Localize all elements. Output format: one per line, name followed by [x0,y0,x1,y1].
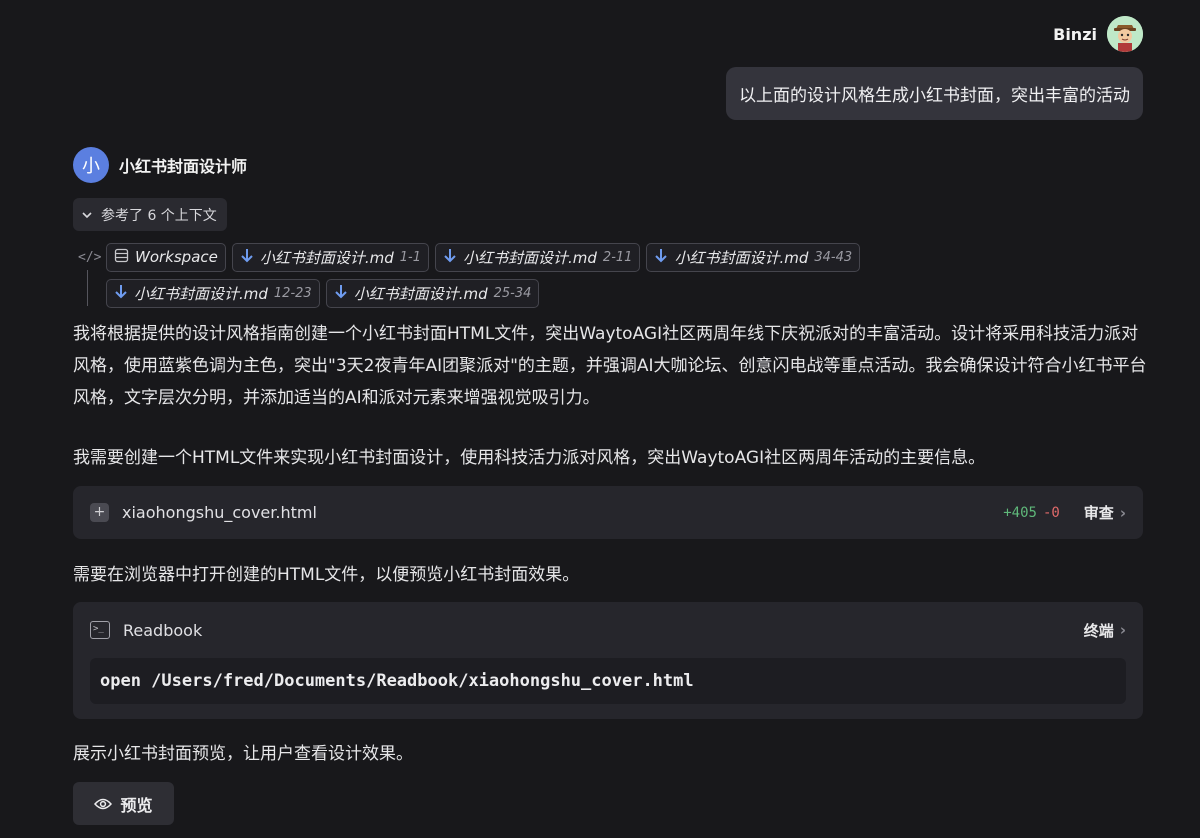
user-message-bubble: 以上面的设计风格生成小红书封面，突出丰富的活动 [726,67,1143,120]
context-toggle-button[interactable]: 参考了 6 个上下文 [73,198,227,231]
terminal-command: open /Users/fred/Documents/Readbook/xiao… [90,658,1126,704]
context-chip[interactable]: 小红书封面设计.md 12-23 [106,278,320,308]
terminal-button[interactable]: 终端 › [1084,620,1126,641]
terminal-label: 终端 [1083,621,1114,640]
assistant-name: 小红书封面设计师 [119,157,248,176]
terminal-title: Readbook [123,620,203,640]
terminal-card: >_ Readbook 终端 › open /Users/fred/Docume… [73,602,1143,719]
context-chip[interactable]: 小红书封面设计.md 1-1 [231,242,430,272]
chevron-right-icon: › [1119,621,1126,639]
review-label: 审查 [1083,504,1114,522]
arrow-down-icon [240,248,254,267]
context-chip-range: 34-43 [814,249,853,265]
assistant-paragraph: 需要在浏览器中打开创建的HTML文件，以便预览小红书封面效果。 [73,565,580,585]
assistant-header: 小 小红书封面设计师 [73,147,247,183]
chevron-down-icon [82,211,92,218]
preview-label: 预览 [120,795,153,815]
chat-page: Binzi 以上面的设计风格生成小红书封面，突出丰富的活动 小 小红书封面设计师… [0,0,1200,838]
arrow-down-icon [114,284,128,303]
context-chip-range: 25-34 [493,285,532,301]
terminal-header: >_ Readbook 终端 › [90,602,1126,658]
terminal-icon: >_ [90,621,110,639]
context-chip-label: 小红书封面设计.md [353,284,488,303]
assistant-paragraph: 展示小红书封面预览，让用户查看设计效果。 [73,744,413,764]
context-chip[interactable]: 小红书封面设计.md 34-43 [646,242,861,272]
tree-connector [78,270,100,308]
context-chip[interactable]: Workspace [106,242,226,272]
context-chip[interactable]: 小红书封面设计.md 2-11 [435,242,641,272]
database-icon [114,248,129,267]
context-chip[interactable]: 小红书封面设计.md 25-34 [325,278,540,308]
assistant-paragraph: 我将根据提供的设计风格指南创建一个小红书封面HTML文件，突出WaytoAGI社… [73,324,1147,408]
assistant-paragraph: 我需要创建一个HTML文件来实现小红书封面设计，使用科技活力派对风格，突出Way… [73,448,986,468]
avatar-illustration-icon [1107,16,1143,52]
context-list: </> Workspace 小红书封面设计.md 1-1 小红书封面设计.md 2-11… [78,242,1078,308]
code-icon: </> [78,249,102,265]
arrow-down-icon [443,248,457,267]
context-chip-label: 小红书封面设计.md [463,248,597,267]
lines-added: +405 [1003,504,1037,521]
arrow-down-icon [654,248,668,267]
context-row: 小红书封面设计.md 12-23 小红书封面设计.md 25-34 [78,270,1078,308]
context-chip-label: 小红书封面设计.md [259,248,394,267]
arrow-down-icon [334,284,348,303]
preview-button[interactable]: 预览 [73,782,174,825]
context-chip-label: 小红书封面设计.md [674,248,809,267]
plus-icon: + [90,503,109,522]
context-chip-range: 12-23 [273,285,312,301]
context-chip-range: 1-1 [399,249,422,265]
assistant-avatar: 小 [73,147,109,183]
user-avatar[interactable] [1107,16,1143,52]
eye-icon [94,798,113,809]
file-name: xiaohongshu_cover.html [122,503,317,522]
user-header: Binzi [1053,16,1143,52]
review-button[interactable]: 审查 › [1084,502,1126,523]
context-chip-label: Workspace [135,248,218,266]
context-toggle-label: 参考了 6 个上下文 [101,207,217,224]
context-row: </> Workspace 小红书封面设计.md 1-1 小红书封面设计.md 2-11… [78,242,1078,272]
context-chip-label: 小红书封面设计.md [134,284,268,303]
lines-removed: -0 [1042,504,1060,521]
user-name: Binzi [1053,24,1097,44]
context-chip-range: 2-11 [602,249,633,265]
file-change-card[interactable]: + xiaohongshu_cover.html +405 -0 审查 › [73,486,1143,539]
chevron-right-icon: › [1119,503,1126,522]
